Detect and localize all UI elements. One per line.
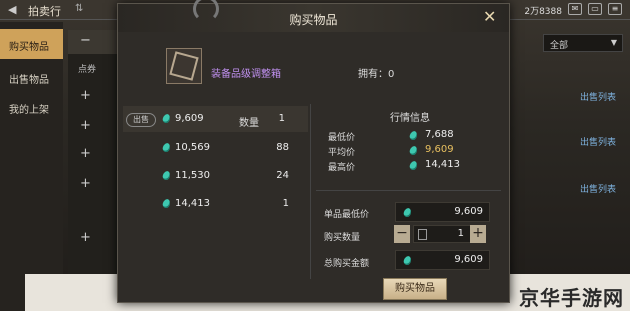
- listing-row[interactable]: 10,569 88: [123, 135, 308, 161]
- avg-price-value: 9,609: [425, 144, 454, 155]
- mail-icon[interactable]: ✉: [568, 3, 582, 15]
- total-amount-label: 总购买金额: [324, 259, 370, 269]
- expand-icon[interactable]: +: [80, 146, 91, 161]
- background-list: − 点券 + + + + + 流: [68, 30, 123, 311]
- decrement-button[interactable]: −: [394, 225, 410, 243]
- sidebar-item-buy[interactable]: 购买物品: [0, 29, 63, 59]
- sell-list-link[interactable]: 出售列表: [580, 182, 616, 195]
- sidebar-item-sell[interactable]: 出售物品: [0, 62, 63, 92]
- max-price-label: 最高价: [328, 163, 356, 173]
- gem-icon: [408, 160, 419, 171]
- modal-title-bar: 购买物品 ✕: [118, 0, 509, 32]
- gem-icon: [408, 145, 419, 156]
- watermark: 京华手游网: [519, 286, 624, 310]
- listing-row[interactable]: 11,530 24: [123, 163, 308, 189]
- total-amount-field: 9,609: [395, 250, 490, 270]
- listing-price: 14,413: [175, 198, 210, 209]
- message-icon[interactable]: ▭: [588, 3, 602, 15]
- divider: [310, 104, 311, 279]
- collapse-button[interactable]: −: [68, 30, 120, 54]
- total-amount-value: 9,609: [454, 254, 483, 265]
- max-price-value: 14,413: [425, 159, 460, 170]
- filter-label: 全部: [550, 41, 569, 51]
- gem-icon: [408, 130, 419, 141]
- calculator-icon[interactable]: [418, 229, 427, 240]
- sold-tag: 出售: [126, 113, 156, 127]
- listing-qty: 88: [276, 142, 289, 153]
- expand-icon[interactable]: +: [80, 118, 91, 133]
- sell-list-link[interactable]: 出售列表: [580, 90, 616, 103]
- expand-icon[interactable]: +: [80, 230, 91, 245]
- market-info-title: 行情信息: [390, 113, 430, 124]
- listing-price: 11,530: [175, 170, 210, 181]
- owned-count: 拥有：0: [358, 69, 395, 80]
- unit-min-price-value: 9,609: [454, 206, 483, 217]
- modal-title: 购买物品: [289, 13, 338, 27]
- menu-icon[interactable]: ≡: [608, 3, 622, 15]
- unit-min-price-label: 单品最低价: [324, 210, 370, 220]
- listing-row[interactable]: 出售 9,609 数量 1: [123, 106, 308, 132]
- category-filter[interactable]: 全部 ▼: [543, 34, 623, 52]
- sidebar: 购买物品 出售物品 我的上架: [0, 22, 63, 311]
- sort-icon[interactable]: ⇅: [75, 3, 83, 14]
- gem-icon: [161, 113, 172, 124]
- currency-amount: 2万8388: [524, 7, 562, 17]
- purchase-qty-label: 购买数量: [324, 233, 361, 243]
- purchase-modal: 购买物品 ✕ 装备品级调整箱 拥有：0 出售 9,609 数量 1 10,569…: [117, 0, 510, 303]
- expand-icon[interactable]: +: [80, 176, 91, 191]
- back-arrow-icon[interactable]: ◀: [8, 3, 16, 16]
- gem-icon: [402, 255, 413, 266]
- quantity-input[interactable]: 1: [413, 225, 473, 243]
- listing-row[interactable]: 14,413 1: [123, 191, 308, 217]
- item-name: 装备品级调整箱: [211, 69, 281, 80]
- background-header: 点券: [78, 65, 97, 75]
- auction-title: 拍卖行: [28, 5, 61, 18]
- gem-icon: [402, 207, 413, 218]
- quantity-value: 1: [457, 228, 464, 239]
- listings: 出售 9,609 数量 1 10,569 88 11,530 24 14,413…: [123, 106, 308, 218]
- listing-qty: 1: [278, 113, 285, 124]
- avg-price-label: 平均价: [328, 148, 356, 158]
- item-icon: [166, 48, 202, 84]
- min-price-label: 最低价: [328, 133, 356, 143]
- expand-icon[interactable]: +: [80, 88, 91, 103]
- listing-price: 10,569: [175, 142, 210, 153]
- gem-icon: [161, 142, 172, 153]
- listing-qty: 24: [276, 170, 289, 181]
- sidebar-item-my-listings[interactable]: 我的上架: [0, 92, 63, 122]
- gem-icon: [161, 170, 172, 181]
- close-icon[interactable]: ✕: [483, 7, 496, 26]
- chevron-down-icon: ▼: [610, 38, 617, 47]
- buy-button[interactable]: 购买物品: [383, 278, 447, 300]
- divider: [316, 190, 501, 191]
- unit-min-price-field: 9,609: [395, 202, 490, 222]
- min-price-value: 7,688: [425, 129, 454, 140]
- sell-list-link[interactable]: 出售列表: [580, 135, 616, 148]
- listing-qty: 1: [282, 198, 289, 209]
- increment-button[interactable]: +: [470, 225, 486, 243]
- listing-price: 9,609: [175, 113, 204, 124]
- gem-icon: [161, 198, 172, 209]
- cube-icon: [169, 51, 199, 81]
